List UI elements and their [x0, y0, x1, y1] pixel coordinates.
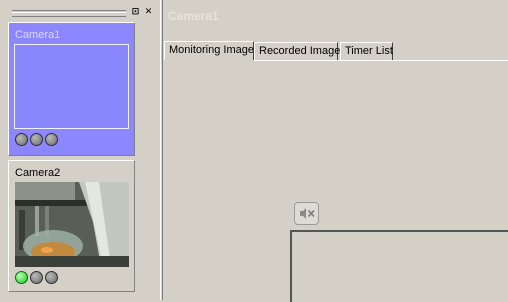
- dock-icon[interactable]: ⊡: [130, 7, 141, 18]
- camera-status-leds: [15, 271, 60, 287]
- tab-divider: [254, 60, 508, 61]
- mute-button[interactable]: [294, 202, 319, 225]
- camera-preview[interactable]: [14, 44, 129, 129]
- camera-list-panel: ⊡ ✕ Camera1 Camera2: [0, 0, 160, 300]
- camera-card-camera2[interactable]: Camera2: [8, 160, 135, 292]
- status-led-icon: [30, 133, 43, 146]
- status-led-icon: [45, 133, 58, 146]
- close-icon[interactable]: ✕: [143, 7, 154, 18]
- monitoring-viewer[interactable]: [290, 230, 508, 302]
- speaker-mute-icon: [300, 208, 315, 219]
- camera-card-camera1[interactable]: Camera1: [8, 22, 135, 156]
- tab-recorded-image[interactable]: Recorded Image: [254, 42, 340, 60]
- page-title: Camera1: [168, 9, 219, 23]
- status-led-icon: [15, 271, 28, 284]
- status-led-icon: [15, 133, 28, 146]
- camera-name: Camera1: [15, 29, 61, 41]
- tab-timer-list[interactable]: Timer List: [340, 42, 393, 60]
- panel-splitter[interactable]: [160, 0, 163, 300]
- camera-name: Camera2: [15, 167, 61, 179]
- camera-preview-image: [15, 182, 129, 267]
- status-led-icon: [30, 271, 43, 284]
- status-led-icon: [45, 271, 58, 284]
- camera-status-leds: [15, 133, 60, 149]
- tab-monitoring-image[interactable]: Monitoring Image: [164, 41, 254, 60]
- panel-grip[interactable]: [12, 10, 126, 17]
- camera-preview[interactable]: [15, 182, 129, 267]
- panel-titlebar: ⊡ ✕: [6, 7, 158, 19]
